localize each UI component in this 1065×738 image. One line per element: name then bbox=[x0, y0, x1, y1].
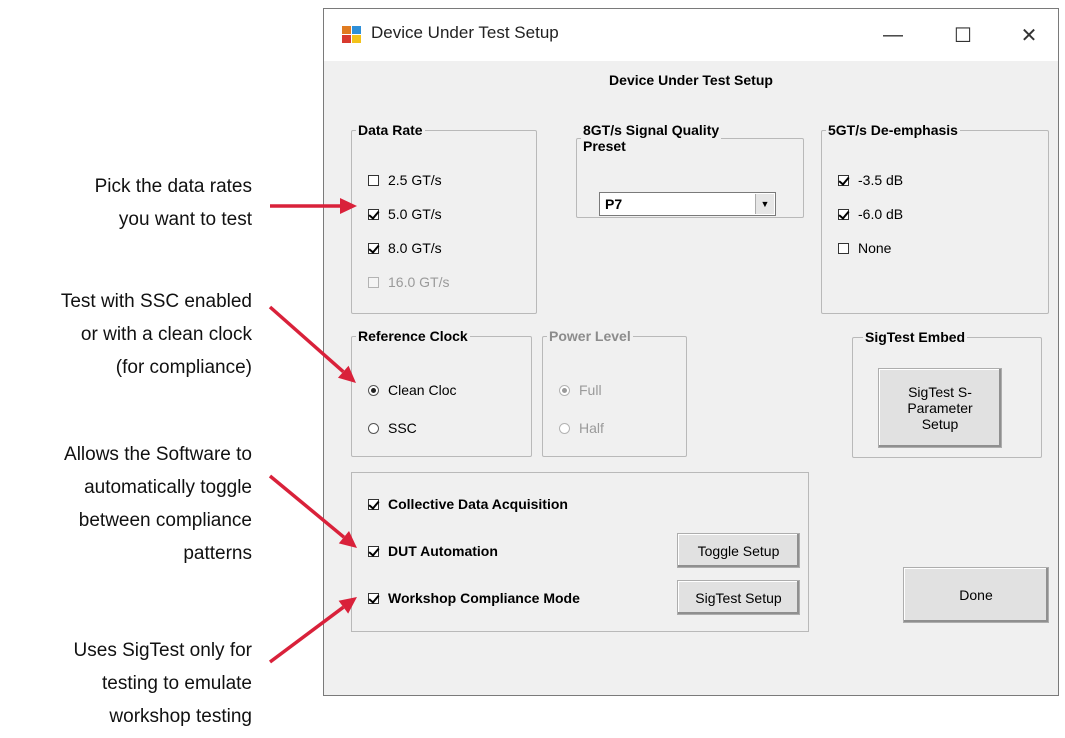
radio-button[interactable] bbox=[368, 422, 379, 434]
annotation-workshop-mode: Uses SigTest only for testing to emulate… bbox=[74, 634, 252, 733]
checkbox-label: -3.5 dB bbox=[858, 172, 904, 188]
checkbox-label: 2.5 GT/s bbox=[388, 172, 442, 188]
annotation-line: between compliance bbox=[78, 510, 252, 531]
annotation-line: Pick the data rates bbox=[94, 176, 252, 197]
checkbox-box[interactable] bbox=[838, 208, 849, 220]
checkbox-box[interactable] bbox=[368, 208, 379, 220]
sigtest-embed-legend: SigTest Embed bbox=[865, 329, 966, 345]
annotation-line: (for compliance) bbox=[115, 357, 252, 378]
preset-legend-line2: Preset bbox=[583, 138, 626, 154]
checkbox-box[interactable] bbox=[368, 498, 379, 510]
annotation-line: Uses SigTest only for bbox=[73, 640, 252, 661]
toggle-setup-button[interactable]: Toggle Setup bbox=[677, 533, 800, 568]
deemphasis-6-0-checkbox[interactable]: -6.0 dB bbox=[838, 206, 903, 222]
minimize-button[interactable]: — bbox=[864, 9, 922, 61]
checkbox-label: 5.0 GT/s bbox=[388, 206, 442, 222]
checkbox-box bbox=[368, 276, 379, 288]
annotation-line: you want to test bbox=[118, 209, 252, 230]
button-label-line: Parameter bbox=[907, 400, 973, 416]
checkbox-label: Collective Data Acquisition bbox=[388, 496, 568, 512]
done-button[interactable]: Done bbox=[903, 567, 1049, 623]
dut-setup-window: Device Under Test Setup — ☐ ✕ Device Und… bbox=[323, 8, 1059, 696]
checkbox-label: None bbox=[858, 240, 892, 256]
preset-dropdown-value: P7 bbox=[605, 196, 623, 212]
checkbox-box[interactable] bbox=[368, 545, 379, 557]
button-label-line: SigTest S- bbox=[908, 384, 972, 400]
collective-data-acquisition-checkbox[interactable]: Collective Data Acquisition bbox=[368, 496, 568, 512]
checkbox-box[interactable] bbox=[368, 592, 379, 604]
radio-button bbox=[559, 422, 570, 434]
sigtest-setup-button[interactable]: SigTest Setup bbox=[677, 580, 800, 615]
checkbox-box[interactable] bbox=[838, 242, 849, 254]
power-level-group: Power Level Full Half bbox=[542, 328, 687, 457]
annotation-line: automatically toggle bbox=[84, 477, 252, 498]
reference-clock-group: Reference Clock Clean Cloc SSC bbox=[351, 328, 532, 457]
annotation-line: Test with SSC enabled bbox=[60, 291, 252, 312]
power-level-full-radio: Full bbox=[559, 382, 602, 398]
sigtest-embed-group: SigTest Embed SigTest S- Parameter Setup bbox=[852, 329, 1042, 458]
close-button[interactable]: ✕ bbox=[1000, 9, 1058, 61]
deemphasis-none-checkbox[interactable]: None bbox=[838, 240, 891, 256]
window-title: Device Under Test Setup bbox=[371, 23, 559, 42]
data-rate-2-5-checkbox[interactable]: 2.5 GT/s bbox=[368, 172, 442, 188]
ref-clock-ssc-radio[interactable]: SSC bbox=[368, 420, 417, 436]
checkbox-label: -6.0 dB bbox=[858, 206, 904, 222]
data-rate-5-0-checkbox[interactable]: 5.0 GT/s bbox=[368, 206, 442, 222]
data-rate-group: Data Rate 2.5 GT/s 5.0 GT/s 8.0 GT/s 16.… bbox=[351, 122, 537, 314]
checkbox-box[interactable] bbox=[368, 174, 379, 186]
power-level-legend: Power Level bbox=[549, 328, 631, 344]
annotation-dut-automation: Allows the Software to automatically tog… bbox=[64, 438, 252, 570]
annotation-line: workshop testing bbox=[109, 706, 252, 727]
checkbox-box[interactable] bbox=[368, 242, 379, 254]
deemphasis-3-5-checkbox[interactable]: -3.5 dB bbox=[838, 172, 903, 188]
checkbox-label: Workshop Compliance Mode bbox=[388, 590, 580, 606]
radio-label: Clean Cloc bbox=[388, 382, 457, 398]
annotation-line: Allows the Software to bbox=[64, 444, 252, 465]
deemphasis-group: 5GT/s De-emphasis -3.5 dB -6.0 dB None bbox=[821, 122, 1049, 314]
radio-button[interactable] bbox=[368, 384, 379, 396]
preset-dropdown[interactable]: P7 ▼ bbox=[599, 192, 776, 216]
data-rate-8-0-checkbox[interactable]: 8.0 GT/s bbox=[368, 240, 442, 256]
options-group: Collective Data Acquisition DUT Automati… bbox=[351, 472, 809, 632]
workshop-compliance-mode-checkbox[interactable]: Workshop Compliance Mode bbox=[368, 590, 580, 606]
deemphasis-legend: 5GT/s De-emphasis bbox=[828, 122, 958, 138]
checkbox-box[interactable] bbox=[838, 174, 849, 186]
annotation-line: or with a clean clock bbox=[80, 324, 252, 345]
power-level-half-radio: Half bbox=[559, 420, 604, 436]
annotation-line: patterns bbox=[183, 543, 252, 564]
data-rate-16-0-checkbox: 16.0 GT/s bbox=[368, 274, 449, 290]
maximize-button[interactable]: ☐ bbox=[934, 9, 992, 61]
annotation-line: testing to emulate bbox=[102, 673, 252, 694]
checkbox-label: DUT Automation bbox=[388, 543, 498, 559]
ref-clock-clean-radio[interactable]: Clean Cloc bbox=[368, 382, 456, 398]
button-label-line: Setup bbox=[921, 416, 959, 432]
checkbox-label: 16.0 GT/s bbox=[388, 274, 450, 290]
reference-clock-legend: Reference Clock bbox=[358, 328, 468, 344]
chevron-down-icon[interactable]: ▼ bbox=[755, 194, 774, 214]
preset-legend-line1: 8GT/s Signal Quality bbox=[583, 122, 720, 138]
dialog-heading: Device Under Test Setup bbox=[609, 72, 773, 88]
radio-label: SSC bbox=[388, 420, 417, 436]
preset-group: 8GT/s Signal Quality Preset P7 ▼ bbox=[576, 122, 804, 218]
radio-button bbox=[559, 384, 570, 396]
dut-automation-checkbox[interactable]: DUT Automation bbox=[368, 543, 498, 559]
checkbox-label: 8.0 GT/s bbox=[388, 240, 442, 256]
annotation-data-rates: Pick the data rates you want to test bbox=[95, 170, 252, 236]
radio-label: Half bbox=[579, 420, 604, 436]
app-icon bbox=[342, 26, 362, 44]
title-bar[interactable]: Device Under Test Setup — ☐ ✕ bbox=[324, 9, 1058, 61]
annotation-ref-clock: Test with SSC enabled or with a clean cl… bbox=[61, 285, 252, 384]
data-rate-legend: Data Rate bbox=[358, 122, 423, 138]
sigtest-s-parameter-setup-button[interactable]: SigTest S- Parameter Setup bbox=[878, 368, 1002, 448]
preset-legend: 8GT/s Signal Quality Preset bbox=[581, 122, 721, 154]
radio-label: Full bbox=[579, 382, 602, 398]
